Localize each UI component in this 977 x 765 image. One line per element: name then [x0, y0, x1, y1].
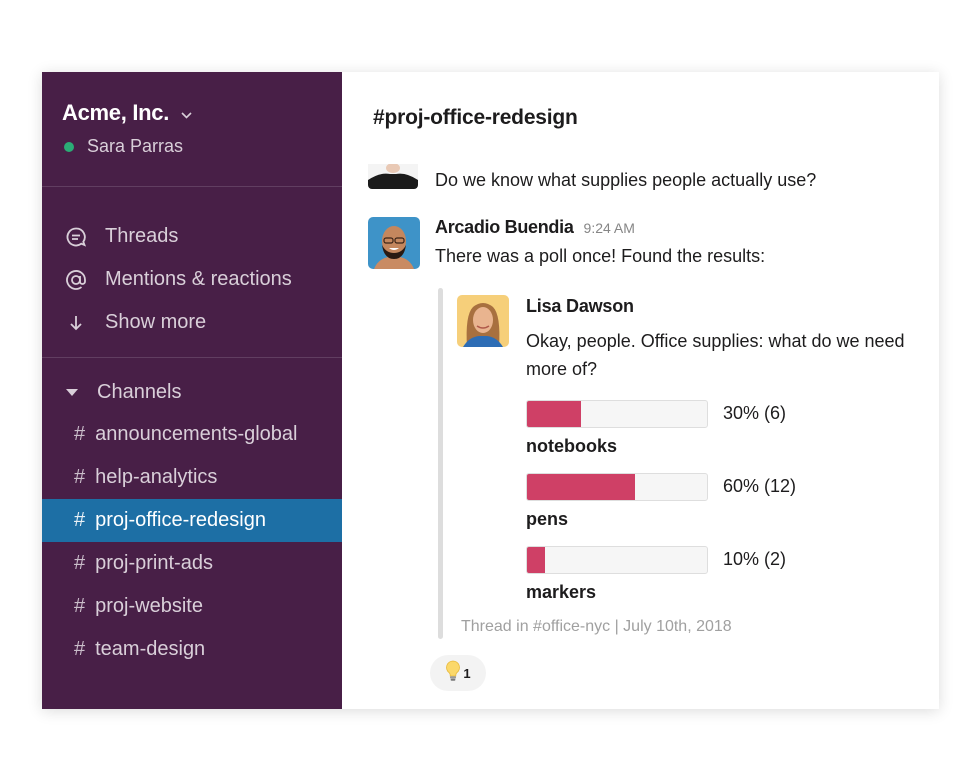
poll-value: 60% (12) [723, 476, 797, 496]
poll-bar-track [526, 400, 708, 428]
caret-down-icon [66, 388, 78, 396]
poll-results: 30% (6) notebooks 60% (12) pens 10% (2) … [526, 400, 906, 619]
channel-name: help-analytics [95, 466, 218, 488]
attachment-footer[interactable]: Thread in #office-nyc | July 10th, 2018 [461, 618, 732, 636]
hash-icon: # [74, 509, 86, 531]
sidebar-item-channel[interactable]: # team-design [42, 628, 342, 671]
hash-icon: # [74, 638, 86, 660]
channel-name: team-design [95, 638, 206, 660]
message-pane: #proj-office-redesign Do we know what su… [342, 72, 939, 709]
sidebar-item-show-more[interactable]: Show more [42, 301, 342, 344]
avatar[interactable] [368, 164, 418, 189]
attachment-text: Okay, people. Office supplies: what do w… [526, 331, 905, 379]
quote-bar [438, 288, 443, 639]
poll-bar-fill [527, 401, 581, 427]
channel-title: #proj-office-redesign [373, 106, 578, 129]
divider [42, 186, 342, 187]
hash-icon: # [74, 423, 86, 445]
user-name: Sara Parras [87, 136, 184, 156]
sidebar-item-channel[interactable]: # help-analytics [42, 456, 342, 499]
sidebar-item-channel[interactable]: # proj-website [42, 585, 342, 628]
sidebar-item-channel[interactable]: # announcements-global [42, 413, 342, 456]
poll-value: 30% (6) [723, 403, 787, 423]
message-body: Arcadio Buendia 9:24 AM There was a poll… [435, 217, 915, 267]
sidebar-nav: Threads Mentions & reactions Show more [42, 215, 342, 344]
avatar[interactable] [368, 217, 420, 269]
threads-icon [63, 224, 89, 250]
lightbulb-icon [445, 660, 461, 687]
poll-bar-track [526, 473, 708, 501]
timestamp[interactable]: 9:24 AM [584, 220, 635, 236]
poll-bar-track [526, 546, 708, 574]
poll-value: 10% (2) [723, 549, 787, 569]
channel-list: Channels # announcements-global # help-a… [42, 371, 342, 671]
sidebar-item-threads[interactable]: Threads [42, 215, 342, 258]
arrow-down-icon [63, 310, 89, 336]
sidebar: Acme, Inc. Sara Parras Threads Mentions … [42, 72, 342, 709]
reaction-count: 1 [463, 665, 471, 681]
presence-dot-icon [64, 141, 74, 152]
channel-name: proj-office-redesign [95, 509, 266, 531]
poll-bar-fill [527, 547, 545, 573]
channel-name: announcements-global [95, 423, 298, 445]
previous-message: Do we know what supplies people actually… [368, 164, 928, 194]
channels-section-toggle[interactable]: Channels [42, 371, 342, 413]
chevron-down-icon [181, 107, 192, 122]
message-text: There was a poll once! Found the results… [435, 246, 766, 266]
app-window: Acme, Inc. Sara Parras Threads Mentions … [42, 72, 939, 709]
user-row: Sara Parras [62, 136, 192, 157]
divider [42, 357, 342, 358]
poll-option: 10% (2) markers [526, 546, 906, 619]
poll-option-label: pens [526, 509, 569, 529]
poll-option-label: markers [526, 582, 597, 602]
poll-option: 60% (12) pens [526, 473, 906, 546]
channel-name: proj-website [95, 595, 203, 617]
channel-name: proj-print-ads [95, 552, 213, 574]
poll-option: 30% (6) notebooks [526, 400, 906, 473]
hash-icon: # [74, 595, 86, 617]
channels-header-label: Channels [97, 380, 182, 403]
reaction-button[interactable]: 1 [430, 655, 486, 691]
sidebar-item-label: Show more [105, 311, 207, 333]
at-sign-icon [63, 267, 89, 293]
hash-icon: # [74, 552, 86, 574]
sidebar-item-label: Threads [105, 225, 179, 247]
sidebar-item-mentions[interactable]: Mentions & reactions [42, 258, 342, 301]
message-header: Arcadio Buendia 9:24 AM [435, 217, 915, 238]
message-text: Do we know what supplies people actually… [435, 170, 817, 190]
attachment-author[interactable]: Lisa Dawson [526, 296, 634, 317]
avatar[interactable] [457, 295, 509, 347]
poll-option-label: notebooks [526, 436, 618, 456]
hash-icon: # [74, 466, 86, 488]
sidebar-item-channel[interactable]: # proj-print-ads [42, 542, 342, 585]
poll-bar-fill [527, 474, 635, 500]
team-name: Acme, Inc. [62, 100, 170, 125]
team-name-row[interactable]: Acme, Inc. [62, 100, 192, 126]
shared-message-attachment: Lisa Dawson Okay, people. Office supplie… [438, 288, 908, 640]
team-header[interactable]: Acme, Inc. Sara Parras [62, 100, 192, 157]
sidebar-item-label: Mentions & reactions [105, 268, 292, 290]
sidebar-item-channel-active[interactable]: # proj-office-redesign [42, 499, 342, 542]
author-name[interactable]: Arcadio Buendia [435, 217, 574, 238]
